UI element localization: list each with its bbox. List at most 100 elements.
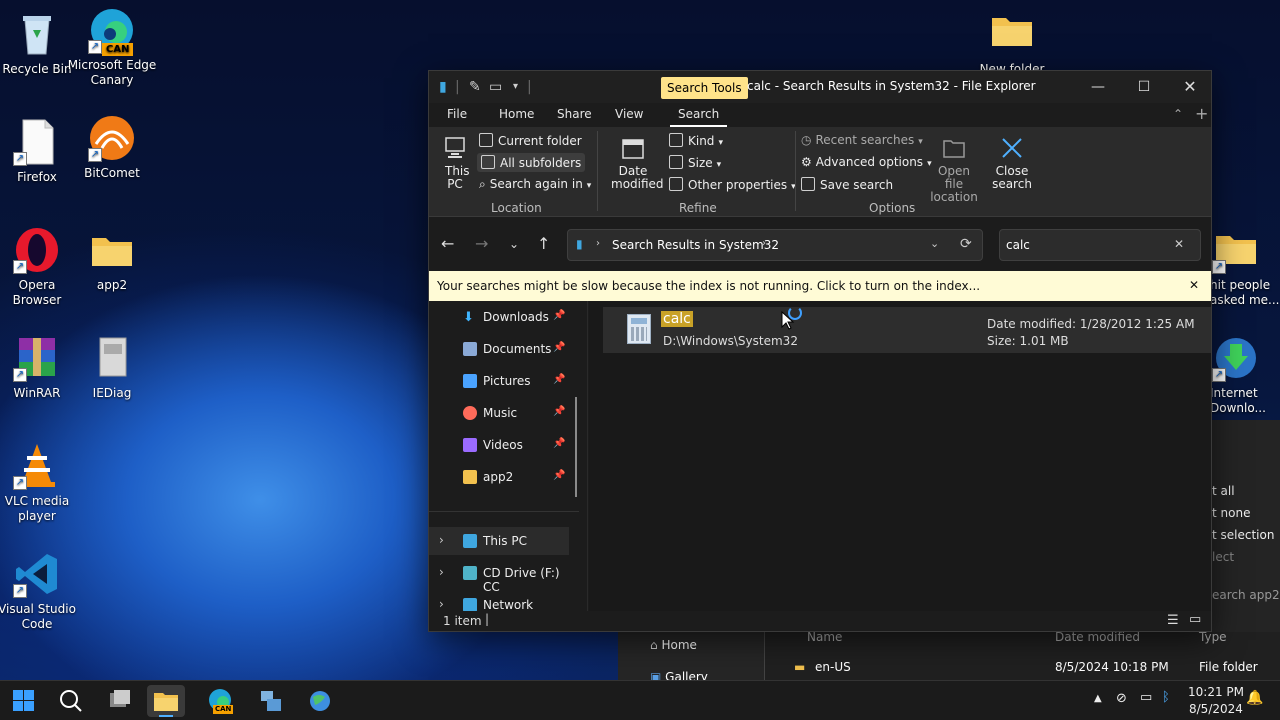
desktop-icon-new-folder[interactable]: New folder bbox=[970, 10, 1054, 77]
nav-item-documents[interactable]: Documents 📌 bbox=[429, 335, 569, 363]
menu-item-select[interactable]: lect bbox=[1212, 550, 1234, 564]
nav-item-cd-drive[interactable]: › CD Drive (F:) CC bbox=[429, 559, 569, 594]
maximize-button[interactable]: ☐ bbox=[1121, 71, 1167, 103]
nav-item-pictures[interactable]: Pictures 📌 bbox=[429, 367, 569, 395]
breadcrumb-location[interactable]: Search Results in System32 bbox=[612, 238, 779, 252]
chevron-right-icon[interactable]: › bbox=[439, 597, 444, 611]
canary-badge: CAN bbox=[102, 43, 134, 56]
background-search-box[interactable]: earch app2 bbox=[1212, 588, 1280, 602]
details-view-icon[interactable]: ☰ bbox=[1167, 613, 1179, 628]
search-again-in-dropdown[interactable]: ⌕ Search again in ▾ bbox=[479, 177, 591, 192]
desktop-icon-app2[interactable]: app2 bbox=[70, 226, 154, 293]
up-button[interactable]: ↑ bbox=[537, 234, 550, 253]
tab-share[interactable]: Share bbox=[557, 107, 592, 121]
close-button[interactable]: ✕ bbox=[1167, 71, 1211, 103]
nav-item-app2[interactable]: app2 📌 bbox=[429, 463, 569, 491]
desktop-icon-opera[interactable]: ↗ Opera Browser bbox=[0, 226, 79, 308]
date-modified-dropdown[interactable]: Date modified bbox=[603, 135, 664, 191]
kind-dropdown[interactable]: Kind ▾ bbox=[669, 133, 723, 148]
column-header-name[interactable]: Name bbox=[807, 630, 842, 644]
current-folder-button[interactable]: Current folder bbox=[479, 133, 582, 148]
notifications-bell-icon[interactable]: 🔔 bbox=[1246, 690, 1263, 706]
desktop-icon-vscode[interactable]: ↗ Visual Studio Code bbox=[0, 550, 79, 632]
save-search-button[interactable]: Save search bbox=[801, 177, 893, 192]
qat-dropdown-icon[interactable]: ▾ bbox=[513, 81, 518, 92]
index-info-bar[interactable]: Your searches might be slow because the … bbox=[429, 271, 1211, 301]
tab-view[interactable]: View bbox=[615, 107, 643, 121]
pin-icon: 📌 bbox=[553, 310, 566, 321]
large-icons-view-icon[interactable]: ▭ bbox=[1189, 612, 1201, 627]
desktop-icon-winrar[interactable]: ↗ WinRAR bbox=[0, 334, 79, 401]
menu-item-invert-selection[interactable]: t selection bbox=[1212, 528, 1274, 542]
desktop-icon-edge-canary[interactable]: ↗ CAN Microsoft Edge Canary bbox=[68, 6, 156, 88]
display-icon[interactable]: ▭ bbox=[1140, 690, 1152, 705]
taskbar-search-button[interactable] bbox=[52, 685, 90, 717]
nav-pane-scrollbar[interactable] bbox=[575, 397, 577, 497]
help-plus-icon[interactable]: + bbox=[1195, 104, 1208, 123]
chevron-right-icon[interactable]: › bbox=[439, 565, 444, 579]
nav-item-downloads[interactable]: ⬇ Downloads 📌 bbox=[429, 303, 569, 331]
save-icon bbox=[801, 177, 815, 191]
search-input[interactable]: calc ✕ bbox=[999, 229, 1201, 261]
refresh-icon[interactable]: ⟳ bbox=[960, 236, 972, 252]
new-folder-qat-icon[interactable]: ▭ bbox=[489, 79, 502, 95]
info-bar-close-icon[interactable]: ✕ bbox=[1189, 278, 1199, 292]
nav-item-videos[interactable]: Videos 📌 bbox=[429, 431, 569, 459]
network-status-icon[interactable]: ⊘ bbox=[1116, 691, 1127, 706]
clock-date[interactable]: 8/5/2024 bbox=[1189, 702, 1243, 716]
chevron-right-icon[interactable]: › bbox=[439, 533, 444, 547]
tab-home[interactable]: Home bbox=[499, 107, 534, 121]
address-history-dropdown-icon[interactable]: ⌄ bbox=[930, 237, 939, 250]
all-subfolders-button[interactable]: All subfolders bbox=[477, 153, 586, 172]
desktop-icon-idm[interactable]: ↗ Internet Downlo... bbox=[1208, 334, 1280, 416]
properties-icon[interactable]: ✎ bbox=[469, 79, 481, 95]
column-header-date[interactable]: Date modified bbox=[1055, 630, 1140, 644]
search-tools-context-label: Search Tools bbox=[661, 77, 748, 99]
size-dropdown[interactable]: Size ▾ bbox=[669, 155, 721, 170]
background-explorer-menu: t all t none t selection lect earch app2 bbox=[1212, 420, 1280, 632]
other-properties-dropdown[interactable]: Other properties ▾ bbox=[669, 177, 796, 192]
menu-item-select-all[interactable]: t all bbox=[1212, 484, 1235, 498]
recent-searches-dropdown[interactable]: ◷ Recent searches ▾ bbox=[801, 133, 923, 147]
show-hidden-icons-button[interactable]: ▲ bbox=[1094, 693, 1102, 704]
advanced-options-dropdown[interactable]: ⚙ Advanced options ▾ bbox=[801, 155, 932, 169]
taskbar-app-globe[interactable] bbox=[301, 685, 339, 717]
shortcut-arrow-icon: ↗ bbox=[13, 152, 27, 166]
menu-item-select-none[interactable]: t none bbox=[1212, 506, 1250, 520]
column-header-type[interactable]: Type bbox=[1199, 630, 1227, 644]
clock-time[interactable]: 10:21 PM bbox=[1188, 685, 1244, 699]
desktop-icon-bitcomet[interactable]: ↗ BitComet bbox=[70, 114, 154, 181]
address-bar[interactable]: ▮ › Search Results in System32 › ⌄ ⟳ bbox=[567, 229, 983, 261]
list-item[interactable]: calc D:\Windows\System32 Date modified: … bbox=[603, 307, 1211, 353]
forward-button[interactable]: → bbox=[475, 234, 488, 253]
taskbar-app-network[interactable] bbox=[251, 685, 289, 717]
subfolders-icon bbox=[481, 155, 495, 169]
cd-drive-icon bbox=[463, 566, 477, 580]
back-button[interactable]: ← bbox=[441, 234, 454, 253]
nav-item-this-pc[interactable]: › This PC bbox=[429, 527, 569, 555]
close-search-button[interactable]: Close search bbox=[987, 135, 1037, 191]
clear-search-icon[interactable]: ✕ bbox=[1174, 237, 1184, 251]
bluetooth-icon[interactable]: ᛒ bbox=[1162, 690, 1170, 705]
this-pc-button[interactable]: This PC bbox=[435, 135, 475, 191]
collapse-ribbon-icon[interactable]: ⌃ bbox=[1173, 107, 1183, 121]
tab-search[interactable]: Search bbox=[669, 107, 728, 127]
desktop-icon-vlc[interactable]: ↗ VLC media player bbox=[0, 442, 79, 524]
file-explorer-window: ▮ | ✎ ▭ ▾ | Search Tools calc - Search R… bbox=[428, 70, 1212, 632]
open-file-location-button[interactable]: Open file location bbox=[925, 135, 983, 204]
recent-locations-button[interactable]: ⌄ bbox=[509, 237, 519, 251]
table-row[interactable]: ▬ en-US 8/5/2024 10:18 PM File folder bbox=[794, 660, 1280, 680]
task-view-button[interactable] bbox=[100, 685, 138, 717]
desktop-icon-iediag[interactable]: IEDiag bbox=[70, 334, 154, 401]
desktop-icon-folder-partial[interactable]: ↗ hit people asked me... bbox=[1208, 226, 1280, 308]
calendar-icon bbox=[620, 135, 646, 161]
minimize-button[interactable]: — bbox=[1075, 71, 1121, 103]
desktop-icon-firefox[interactable]: ↗ Firefox bbox=[0, 118, 79, 185]
background-nav-home[interactable]: ⌂ Home bbox=[650, 638, 697, 652]
start-button[interactable] bbox=[4, 685, 42, 717]
taskbar-edge-canary[interactable]: CAN bbox=[201, 685, 239, 717]
nav-item-music[interactable]: Music 📌 bbox=[429, 399, 569, 427]
taskbar-file-explorer[interactable] bbox=[147, 685, 185, 717]
tab-file[interactable]: File bbox=[447, 107, 467, 121]
network-icon bbox=[463, 598, 477, 612]
